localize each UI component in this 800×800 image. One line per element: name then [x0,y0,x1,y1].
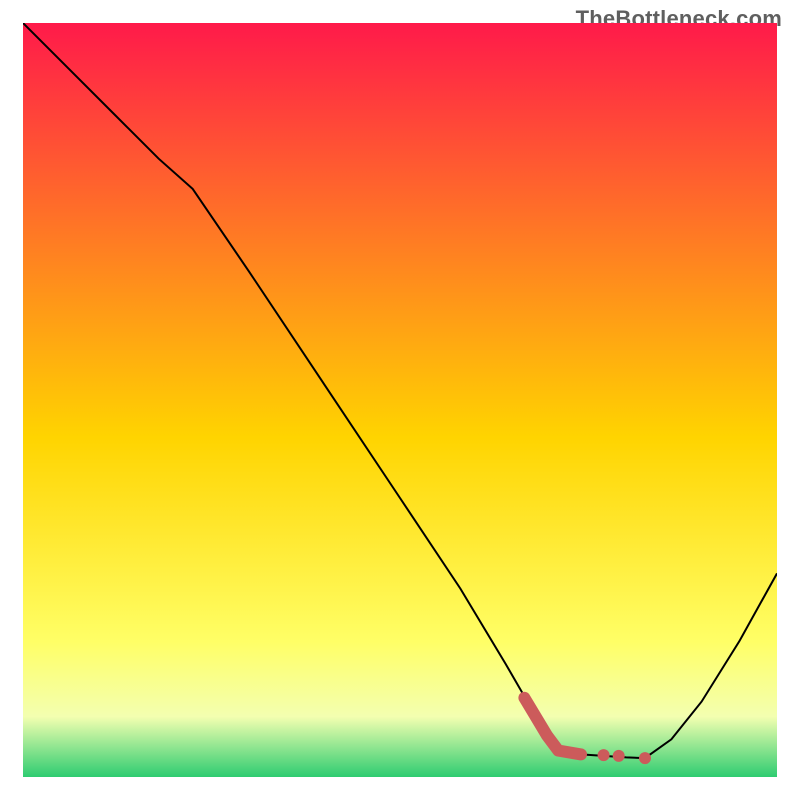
bottleneck-chart [23,23,777,777]
highlight-dot [639,752,651,764]
highlight-dot [613,750,625,762]
highlight-dot [598,749,610,761]
